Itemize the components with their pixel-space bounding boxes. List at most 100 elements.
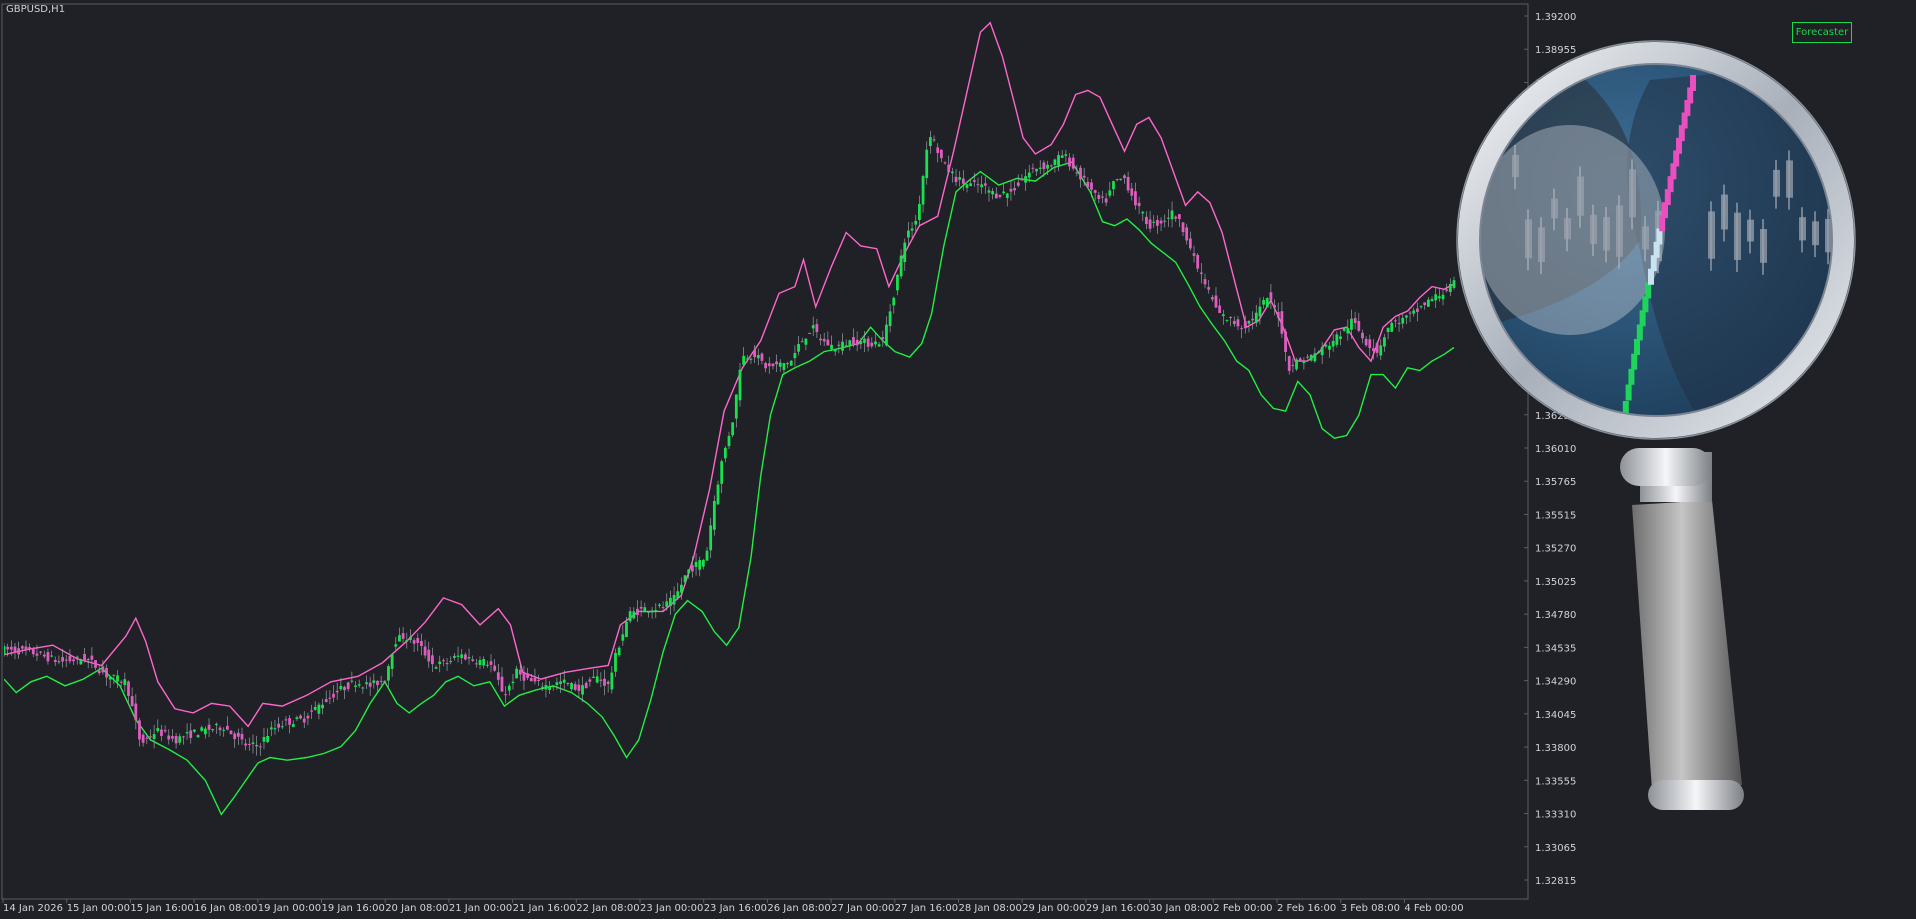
candle (240, 727, 244, 745)
candle (672, 586, 676, 612)
candle (1185, 223, 1189, 245)
candle (1397, 314, 1401, 332)
candle (1434, 286, 1438, 308)
candle (273, 719, 277, 735)
candle (39, 651, 43, 655)
candle (570, 681, 573, 692)
candle (1207, 279, 1211, 294)
candle (1181, 222, 1185, 237)
candle (683, 575, 687, 586)
candle (954, 169, 958, 187)
price-tick-label: 1.35025 (1535, 577, 1576, 588)
candle (1441, 288, 1445, 306)
candle (800, 337, 804, 343)
candle (1159, 217, 1163, 232)
candle (321, 698, 324, 715)
candle (236, 728, 240, 745)
candle (1093, 189, 1097, 201)
candle (1177, 213, 1181, 228)
candle (1174, 215, 1178, 222)
candle (1405, 314, 1408, 325)
candle (1415, 302, 1419, 322)
candle (991, 188, 995, 200)
candle (1280, 302, 1284, 338)
time-tick-label: 21 Jan 00:00 (449, 903, 512, 914)
candle (167, 729, 171, 745)
candle (844, 339, 848, 347)
candle (669, 590, 672, 615)
candle (328, 690, 332, 705)
candle (343, 685, 346, 700)
candle (317, 702, 321, 720)
candle (1423, 302, 1427, 310)
candle (599, 672, 603, 688)
candle (1123, 173, 1126, 184)
candle (551, 685, 555, 691)
magnifying-glass-icon (1456, 40, 1856, 810)
candle (346, 681, 350, 692)
candle (888, 304, 892, 333)
candle (310, 704, 313, 720)
candle (573, 681, 577, 692)
chart-svg[interactable]: 1.392001.389551.387101.384651.382201.379… (0, 0, 1916, 915)
candle (855, 331, 859, 352)
candle (1031, 163, 1035, 174)
candle (1097, 191, 1101, 203)
candle (284, 716, 288, 727)
candle (1057, 151, 1060, 172)
candle (731, 422, 735, 438)
candle (489, 654, 493, 673)
candle (225, 716, 229, 731)
candle (456, 646, 460, 663)
price-tick-label: 1.33555 (1535, 776, 1576, 787)
chart-window[interactable]: 1.392001.389551.387101.384651.382201.379… (0, 0, 1916, 915)
candle (94, 659, 97, 671)
time-axis[interactable]: 14 Jan 2026 15 Jan 00:00 15 Jan 16:00 16 Ja… (2, 899, 1464, 914)
candle (885, 316, 888, 347)
candle (53, 656, 57, 667)
candle (848, 339, 852, 351)
candle (804, 338, 808, 351)
price-tick-label: 1.39200 (1535, 12, 1576, 23)
candle (1262, 296, 1265, 309)
candle (1005, 192, 1009, 207)
candle (987, 186, 991, 202)
candle (1035, 168, 1038, 177)
candle (196, 734, 200, 738)
candle (1251, 311, 1255, 330)
candle (727, 431, 731, 450)
candle (28, 643, 32, 652)
candle (511, 674, 515, 690)
candle (1188, 231, 1192, 251)
candle (1210, 294, 1214, 302)
candle (174, 733, 178, 749)
time-tick-label: 19 Jan 16:00 (322, 903, 385, 914)
candle (1412, 307, 1416, 317)
candle (200, 725, 204, 733)
price-tick-label: 1.35515 (1535, 510, 1576, 521)
candle (1401, 313, 1405, 329)
candle (1024, 169, 1027, 191)
forecaster-button[interactable]: Forecaster (1792, 22, 1852, 43)
candle (138, 718, 141, 747)
candle (1287, 355, 1291, 375)
candle (365, 675, 368, 689)
candle (50, 650, 53, 658)
candle (639, 600, 643, 617)
candle (914, 214, 918, 232)
candle (1214, 287, 1218, 308)
plot-area[interactable] (3, 21, 1456, 816)
candle (841, 333, 844, 355)
candle (405, 632, 409, 649)
candle (709, 517, 713, 559)
price-tick-label: 1.34780 (1535, 610, 1576, 621)
candle (1079, 165, 1082, 188)
candle (1126, 171, 1130, 193)
time-tick-label: 27 Jan 16:00 (895, 903, 958, 914)
time-tick-label: 30 Jan 08:00 (1150, 903, 1213, 914)
candle (705, 546, 709, 561)
candle (1383, 333, 1386, 352)
candle (734, 394, 738, 428)
candle (1218, 298, 1222, 314)
candle (1068, 153, 1071, 171)
